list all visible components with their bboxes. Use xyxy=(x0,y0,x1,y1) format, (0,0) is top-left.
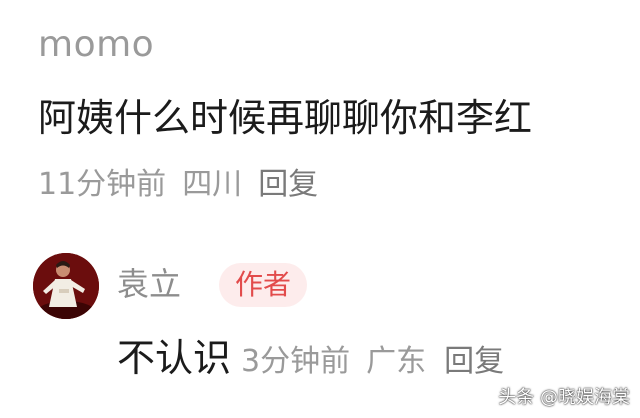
reply-location: 广东 xyxy=(366,344,427,379)
author-badge: 作者 xyxy=(219,263,308,307)
avatar[interactable] xyxy=(33,253,99,319)
reply-text: 不认识 xyxy=(117,336,232,380)
comment-time: 11分钟前 xyxy=(38,167,167,202)
watermark: 头条 @晓娱海棠 xyxy=(498,387,630,408)
comment-meta: 11分钟前 四川 回复 xyxy=(38,163,318,207)
comment-location: 四川 xyxy=(182,167,243,202)
reply-time: 3分钟前 xyxy=(241,344,351,379)
reply-reply-button[interactable]: 回复 xyxy=(444,344,504,379)
reply-line: 不认识 3分钟前 广东 回复 xyxy=(117,332,504,392)
comment-reply-button[interactable]: 回复 xyxy=(258,167,318,202)
comment-text: 阿姨什么时候再聊聊你和李红 xyxy=(38,96,533,140)
comment-username[interactable]: momo xyxy=(38,22,154,68)
avatar-image xyxy=(33,253,99,319)
reply-username[interactable]: 袁立 xyxy=(117,262,181,306)
